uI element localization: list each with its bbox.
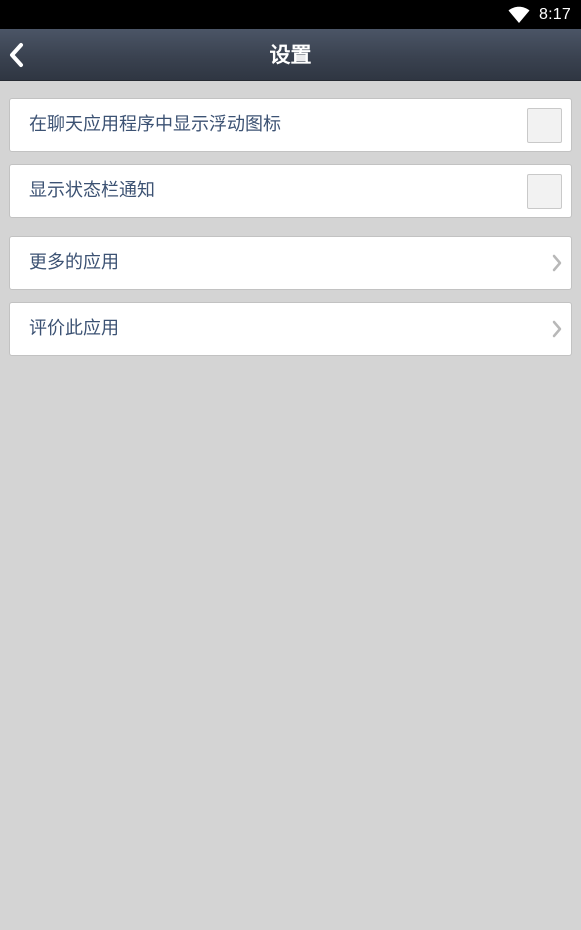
chevron-right-icon — [552, 320, 562, 338]
setting-label: 在聊天应用程序中显示浮动图标 — [29, 114, 281, 135]
setting-rate-app[interactable]: 评价此应用 — [9, 302, 572, 356]
action-bar: 设置 — [0, 29, 581, 81]
floating-icon-checkbox[interactable] — [527, 108, 562, 143]
setting-label: 更多的应用 — [29, 252, 119, 273]
setting-label: 评价此应用 — [29, 318, 119, 339]
chevron-right-icon — [552, 254, 562, 272]
setting-status-bar-notification[interactable]: 显示状态栏通知 — [9, 164, 572, 218]
setting-more-apps[interactable]: 更多的应用 — [9, 236, 572, 290]
status-bar-notification-checkbox[interactable] — [527, 174, 562, 209]
status-bar: 8:17 — [0, 0, 581, 29]
setting-label: 显示状态栏通知 — [29, 180, 155, 201]
setting-floating-icon[interactable]: 在聊天应用程序中显示浮动图标 — [9, 98, 572, 152]
settings-list: 在聊天应用程序中显示浮动图标 显示状态栏通知 更多的应用 评价此应用 — [9, 98, 572, 356]
page-title: 设置 — [269, 43, 312, 67]
wifi-icon — [508, 6, 530, 23]
status-time: 8:17 — [539, 5, 571, 23]
